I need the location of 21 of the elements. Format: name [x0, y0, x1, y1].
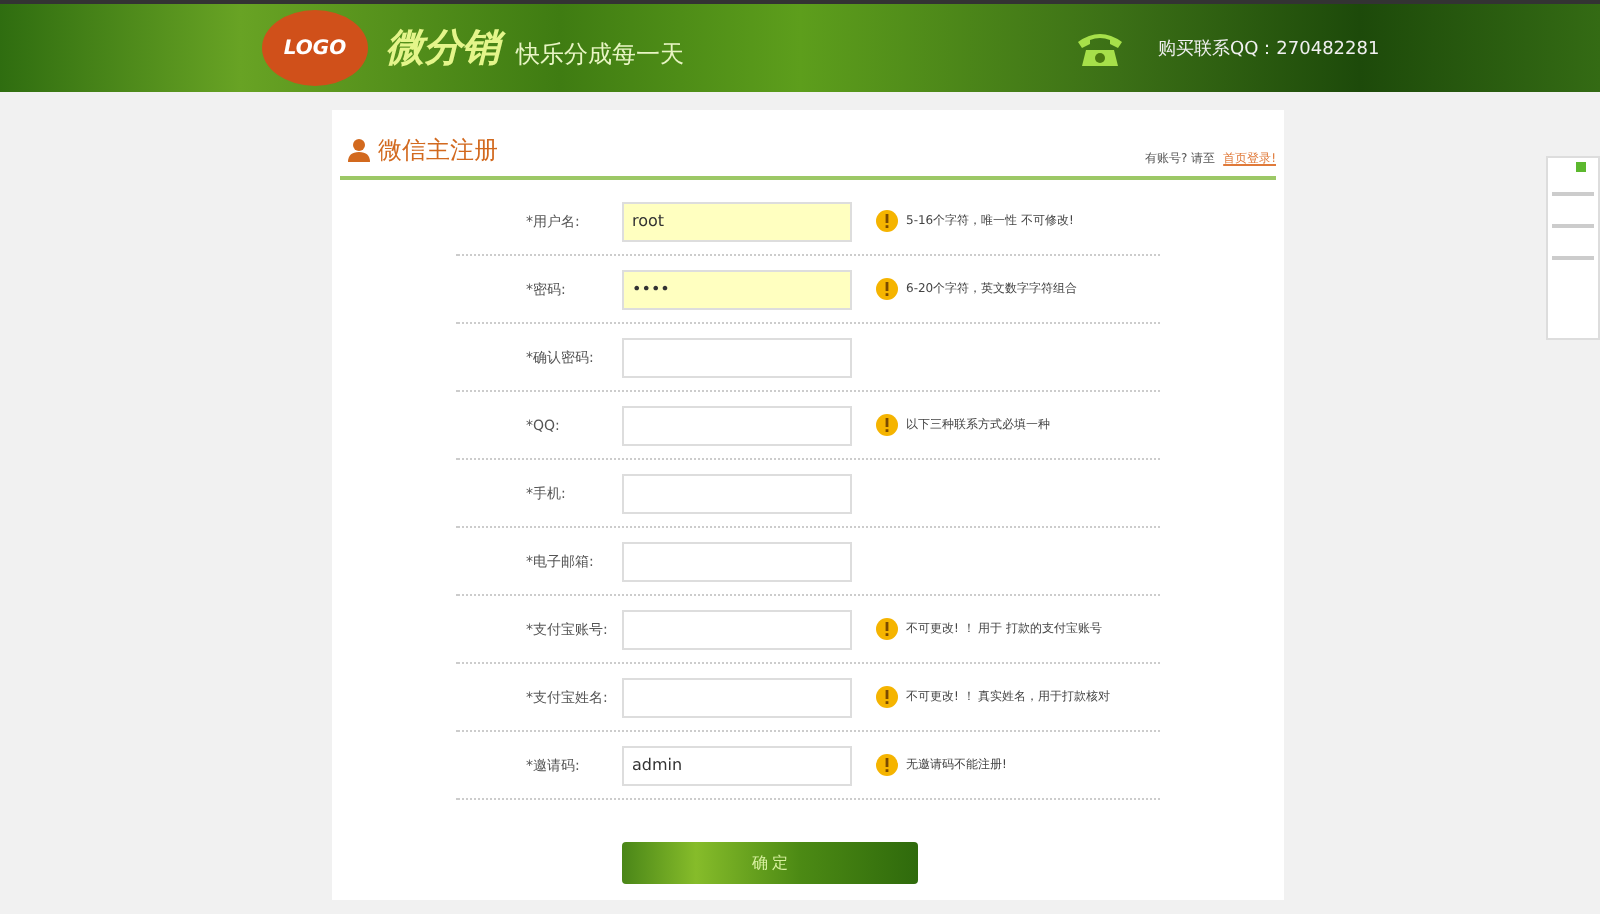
warning-icon: [876, 278, 898, 300]
user-icon: [348, 138, 370, 162]
warning-icon: [876, 686, 898, 708]
slogan: 快乐分成每一天: [516, 37, 684, 71]
input-field[interactable]: [622, 473, 852, 513]
warning-icon: [876, 618, 898, 640]
input-field[interactable]: [622, 405, 852, 445]
input-field[interactable]: [622, 609, 852, 649]
input-field[interactable]: admin: [622, 745, 852, 785]
input-field[interactable]: [622, 677, 852, 717]
form-title: 微信主注册: [378, 134, 498, 168]
input-field[interactable]: ••••: [622, 269, 852, 309]
warning-icon: [876, 414, 898, 436]
warning-icon: [876, 210, 898, 232]
telephone-icon: [1074, 28, 1126, 68]
input-field[interactable]: [622, 541, 852, 581]
contact-qq: 购买联系QQ：270482281: [1158, 37, 1380, 61]
input-field[interactable]: root: [622, 201, 852, 241]
logo: LOGO: [262, 10, 368, 86]
input-field[interactable]: [622, 337, 852, 377]
warning-icon: [876, 754, 898, 776]
